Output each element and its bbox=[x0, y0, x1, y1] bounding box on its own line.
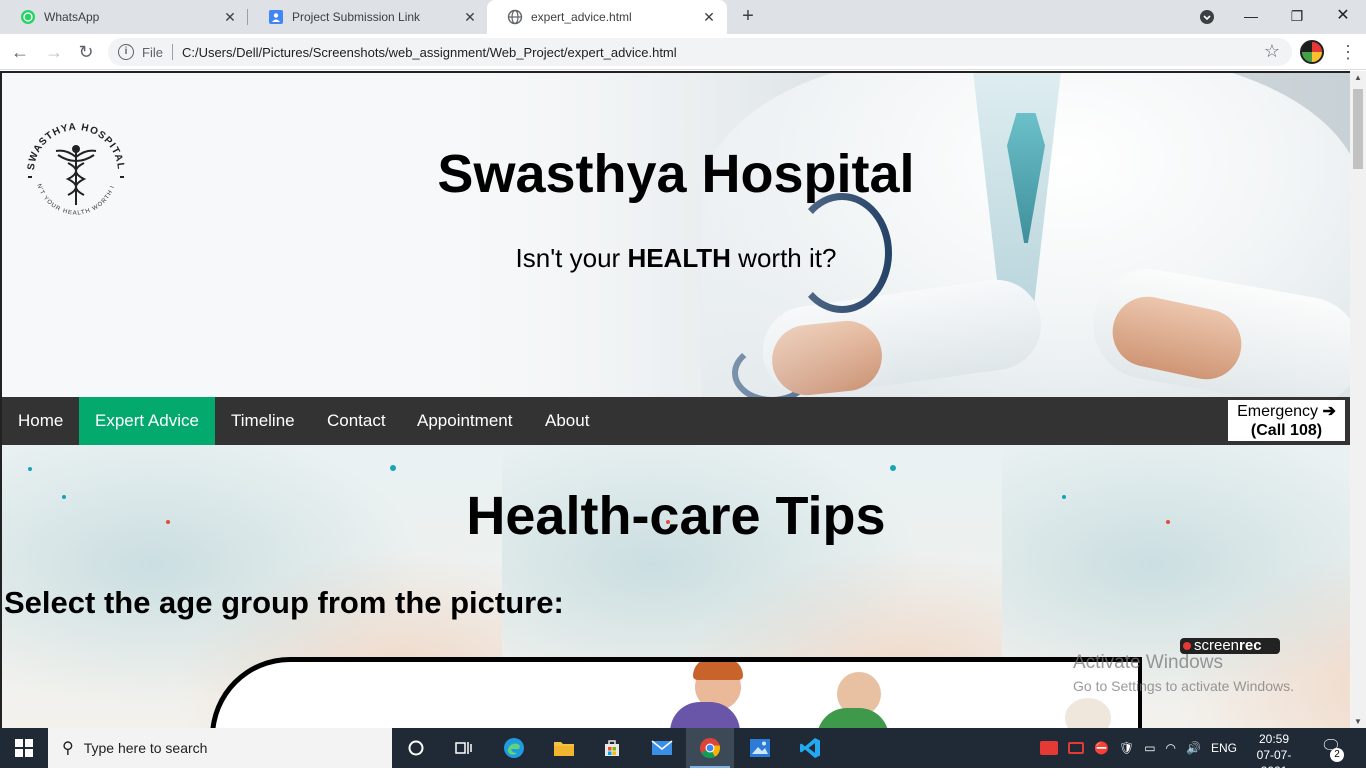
edge-icon[interactable] bbox=[490, 728, 538, 768]
age-group-picture[interactable] bbox=[210, 657, 1142, 728]
tab-whatsapp[interactable]: WhatsApp ✕ bbox=[0, 0, 248, 34]
file-explorer-icon[interactable] bbox=[540, 728, 588, 768]
person-hair-image bbox=[693, 662, 743, 680]
page-viewport: SWASTHYA HOSPITAL ISN'T YOUR HEALTH WORT… bbox=[0, 71, 1350, 728]
scroll-down-icon[interactable]: ▼ bbox=[1350, 717, 1366, 726]
emergency-call: (Call 108) bbox=[1250, 422, 1323, 439]
tab-project-submission[interactable]: Project Submission Link ✕ bbox=[248, 0, 488, 34]
tab-expert-advice[interactable]: expert_advice.html ✕ bbox=[487, 0, 727, 34]
activate-windows-watermark: Activate Windows Go to Settings to activ… bbox=[1073, 652, 1294, 694]
new-tab-button[interactable]: + bbox=[736, 5, 760, 29]
tips-heading: Health-care Tips bbox=[466, 486, 886, 546]
profile-avatar[interactable] bbox=[1300, 40, 1324, 64]
browser-tab-strip: WhatsApp ✕ Project Submission Link ✕ exp… bbox=[0, 0, 1366, 34]
photos-icon[interactable] bbox=[736, 728, 784, 768]
clock-date: 07-07-2021 bbox=[1256, 748, 1292, 778]
forward-icon[interactable]: → bbox=[42, 40, 66, 64]
age-group-prompt: Select the age group from the picture: bbox=[4, 585, 564, 620]
tab-title: WhatsApp bbox=[44, 10, 100, 24]
decor-dot bbox=[390, 465, 396, 471]
nav-home[interactable]: Home bbox=[2, 397, 79, 445]
decor-dot bbox=[28, 467, 32, 471]
bookmark-star-icon[interactable]: ☆ bbox=[1264, 41, 1280, 62]
wifi-icon[interactable]: ◠ bbox=[1166, 741, 1176, 755]
info-icon[interactable]: i bbox=[118, 44, 134, 60]
system-tray: ⛔ 🛡 ▭ ◠ 🔊 ENG bbox=[1040, 728, 1237, 768]
screenrec-tray-icon[interactable] bbox=[1040, 741, 1058, 755]
restore-icon[interactable]: ❐ bbox=[1274, 0, 1320, 34]
tab-title: Project Submission Link bbox=[292, 10, 421, 24]
tab-search-icon[interactable] bbox=[1184, 0, 1230, 34]
back-icon[interactable]: ← bbox=[8, 40, 32, 64]
cortana-icon[interactable] bbox=[392, 728, 440, 768]
page-scrollbar[interactable]: ▲ ▼ bbox=[1350, 71, 1366, 728]
address-bar[interactable]: i File C:/Users/Dell/Pictures/Screenshot… bbox=[108, 38, 1292, 66]
url-text[interactable]: C:/Users/Dell/Pictures/Screenshots/web_a… bbox=[182, 45, 677, 60]
nav-about[interactable]: About bbox=[529, 397, 605, 445]
nav-appointment[interactable]: Appointment bbox=[401, 397, 528, 445]
activate-title: Activate Windows bbox=[1073, 652, 1223, 673]
close-tab-icon[interactable]: ✕ bbox=[458, 9, 482, 26]
person-head-image bbox=[1065, 698, 1111, 728]
task-view-icon[interactable] bbox=[440, 728, 488, 768]
windows-taskbar: ⚲ Type here to search ⛔ 🛡 ▭ ◠ 🔊 ENG 20:5… bbox=[0, 728, 1366, 778]
scrollbar-thumb[interactable] bbox=[1353, 89, 1363, 169]
chrome-icon[interactable] bbox=[686, 728, 734, 768]
hero-fade-overlay bbox=[2, 73, 902, 397]
taskbar-clock[interactable]: 20:59 07-07-2021 bbox=[1246, 731, 1302, 779]
mail-icon[interactable] bbox=[638, 728, 686, 768]
person-body-image bbox=[817, 708, 889, 728]
close-tab-icon[interactable]: ✕ bbox=[218, 9, 242, 26]
google-forms-icon bbox=[268, 9, 284, 25]
scroll-up-icon[interactable]: ▲ bbox=[1350, 73, 1366, 82]
site-tagline: Isn't your HEALTH worth it? bbox=[2, 243, 1350, 274]
record-tray-icon[interactable] bbox=[1068, 742, 1084, 754]
search-icon: ⚲ bbox=[62, 740, 74, 757]
volume-icon[interactable]: 🔊 bbox=[1186, 741, 1201, 755]
store-icon[interactable] bbox=[588, 728, 636, 768]
tagline-post: worth it? bbox=[730, 243, 837, 273]
main-navbar: Home Expert Advice Timeline Contact Appo… bbox=[2, 397, 1350, 445]
action-center-icon[interactable]: 🗨 2 bbox=[1316, 736, 1346, 762]
nav-timeline[interactable]: Timeline bbox=[215, 397, 311, 445]
menu-kebab-icon[interactable]: ⋮ bbox=[1336, 40, 1360, 64]
emergency-label: Emergency bbox=[1237, 403, 1319, 420]
notification-count: 2 bbox=[1330, 748, 1344, 762]
site-title: Swasthya Hospital bbox=[437, 144, 915, 204]
tagline-pre: Isn't your bbox=[515, 243, 628, 273]
minimize-icon[interactable]: — bbox=[1228, 0, 1274, 34]
network-off-icon[interactable]: ⛔ bbox=[1094, 741, 1109, 755]
tab-title: expert_advice.html bbox=[531, 10, 632, 24]
reload-icon[interactable]: ↻ bbox=[74, 40, 98, 64]
nav-contact[interactable]: Contact bbox=[311, 397, 402, 445]
globe-icon bbox=[507, 9, 523, 25]
vscode-icon[interactable] bbox=[786, 728, 834, 768]
hero-banner: SWASTHYA HOSPITAL ISN'T YOUR HEALTH WORT… bbox=[2, 73, 1350, 397]
activate-subtitle: Go to Settings to activate Windows. bbox=[1073, 678, 1294, 694]
browser-toolbar: ← → ↻ i File C:/Users/Dell/Pictures/Scre… bbox=[0, 34, 1366, 70]
close-window-icon[interactable]: ✕ bbox=[1320, 0, 1366, 34]
close-tab-icon[interactable]: ✕ bbox=[697, 9, 721, 26]
address-separator bbox=[171, 44, 173, 60]
nav-expert-advice[interactable]: Expert Advice bbox=[79, 397, 215, 445]
language-indicator[interactable]: ENG bbox=[1211, 741, 1237, 755]
clock-time: 20:59 bbox=[1258, 732, 1290, 746]
whatsapp-icon bbox=[20, 9, 36, 25]
arrow-right-icon: ➔ bbox=[1322, 403, 1336, 420]
scheme-label: File bbox=[142, 44, 163, 60]
decor-dot bbox=[890, 465, 896, 471]
tagline-bold: HEALTH bbox=[627, 243, 731, 273]
taskbar-search[interactable]: ⚲ Type here to search bbox=[48, 728, 392, 768]
windows-start-icon[interactable] bbox=[0, 728, 48, 768]
shield-icon[interactable]: 🛡 bbox=[1119, 741, 1134, 755]
battery-icon[interactable]: ▭ bbox=[1144, 741, 1155, 755]
search-placeholder: Type here to search bbox=[83, 740, 208, 756]
emergency-button[interactable]: Emergency ➔ (Call 108) bbox=[1226, 398, 1347, 443]
